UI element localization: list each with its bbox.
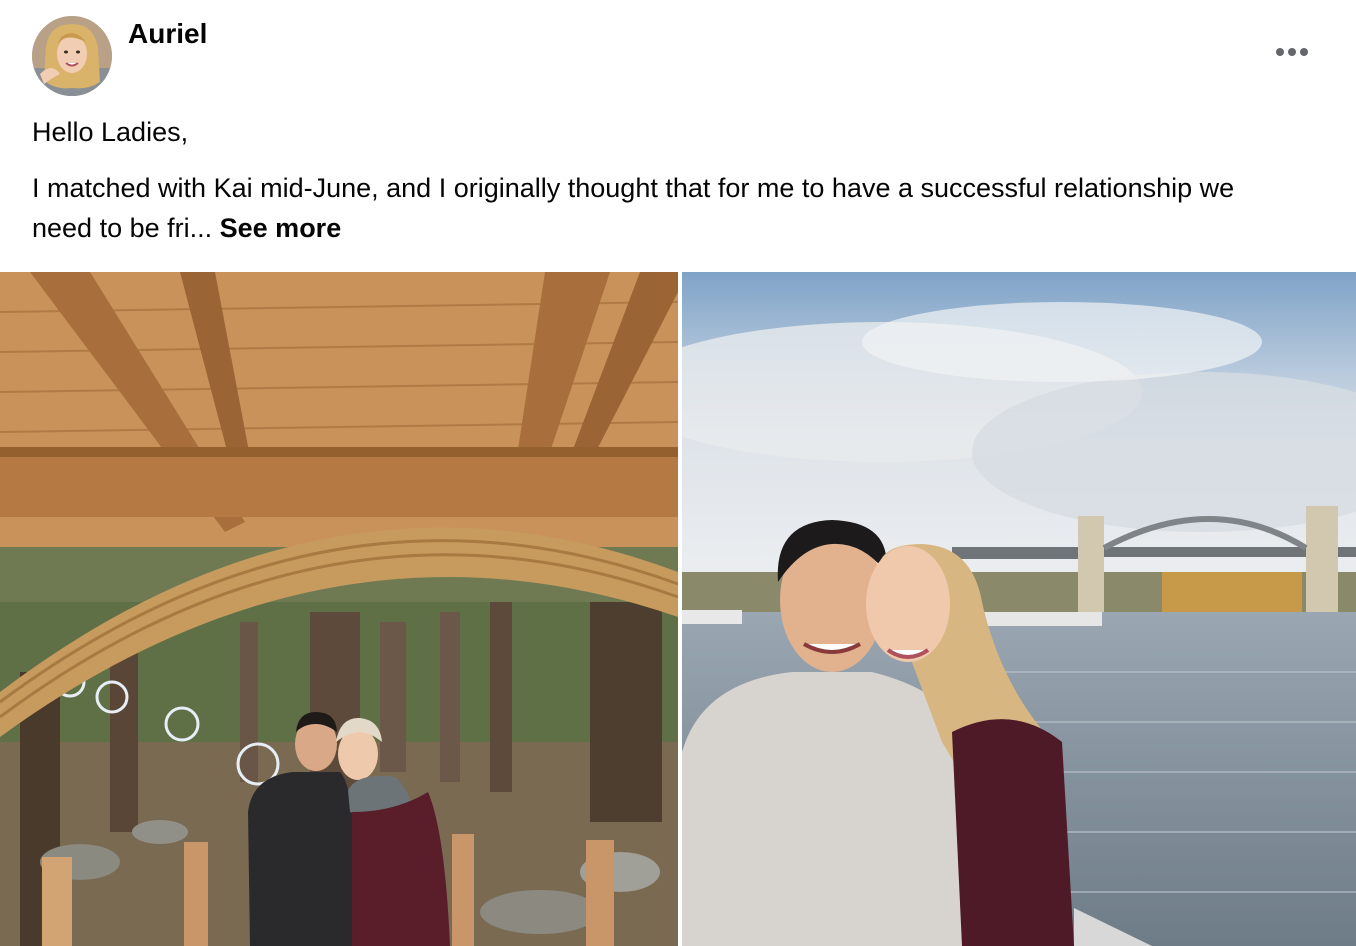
see-more-link[interactable]: See more xyxy=(220,213,342,243)
photo-pavilion-couple xyxy=(0,272,678,946)
author-avatar[interactable] xyxy=(32,16,112,96)
more-options-icon xyxy=(1276,48,1308,56)
photo-bridge-couple xyxy=(682,272,1356,946)
post-body-preview: I matched with Kai mid-June, and I origi… xyxy=(32,173,1235,243)
post-photo-2[interactable] xyxy=(682,272,1356,946)
more-options-button[interactable] xyxy=(1266,32,1318,72)
post-greeting: Hello Ladies, xyxy=(32,117,189,147)
avatar-image xyxy=(32,16,112,96)
feed-post: Auriel Hello Ladies, I matched with Kai … xyxy=(0,0,1356,946)
post-photo-1[interactable] xyxy=(0,272,678,946)
author-name[interactable]: Auriel xyxy=(128,18,207,50)
post-body: I matched with Kai mid-June, and I origi… xyxy=(32,168,1262,248)
